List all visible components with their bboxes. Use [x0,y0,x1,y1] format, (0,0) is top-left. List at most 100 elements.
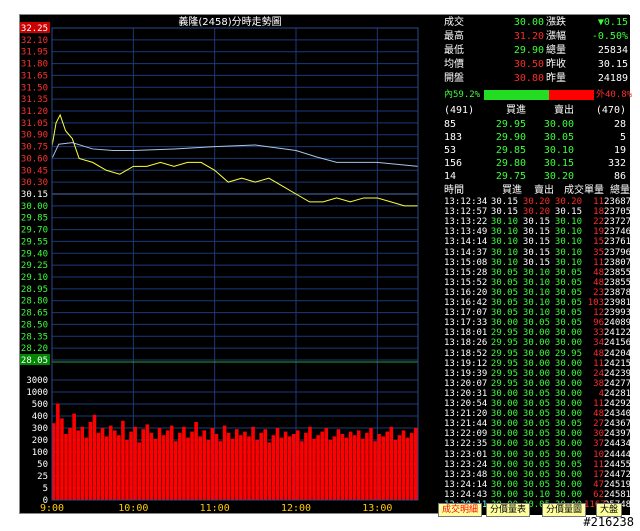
tick-b: 30.00 [490,419,518,430]
button-price-volume-chart[interactable]: 分價量圖 [542,503,587,517]
volume-bar [344,437,349,500]
volume-bar [348,431,353,500]
tick-a: 30.15 [522,217,550,228]
tick-q: 17 [593,469,604,480]
tick-row: 13:18:26 29.95 30.00 30.00 34 24156 [444,338,631,349]
button-price-volume-table[interactable]: 分價量表 [486,503,531,517]
volume-bar [76,430,80,500]
volume-bar [259,432,263,500]
tick-v: 23761 [604,237,632,248]
tick-t: 13:17:33 [444,318,488,329]
volume-bar [255,440,259,500]
volume-bar [230,438,235,500]
value-trade: 30.00 [513,17,544,28]
volume-bar [52,423,56,500]
book-aq: 28 [613,119,626,130]
price-tick-label: 28.65 [21,309,48,319]
volume-tick-label: 1000 [26,388,48,398]
tick-t: 13:16:20 [444,287,488,298]
volume-bar [365,432,369,500]
price-tick-label: 30.15 [21,190,48,200]
tick-b: 30.05 [490,298,518,308]
price-tick-label: 29.85 [21,214,48,224]
tick-v: 24204 [604,348,632,359]
volume-tick-label: 400 [32,412,48,422]
tick-p: 30.05 [554,318,582,329]
time-tick-label: 11:00 [200,503,230,513]
tick-t: 13:12:57 [444,207,488,218]
quote-row-5: 開盤 30.80 昨量 24189 [444,72,630,86]
tick-row: 13:15:52 30.05 30.10 30.05 48 23855 [444,277,631,288]
tick-row: 13:23:24 30.00 30.05 30.05 11 24455 [444,459,632,470]
button-trade-detail[interactable]: 成交明細 [438,503,483,517]
price-tick-label: 28.05 [21,356,48,366]
value-avg: 30.50 [513,59,544,70]
tick-t: 13:15:52 [444,277,488,288]
tick-p: 30.10 [554,257,582,268]
tick-t: 13:18:26 [444,338,488,349]
volume-bar [373,441,377,500]
intraday-chart: 義隆(2458)分時走勢圖 32.25 32.10 31.95 31.8031.65 31… [20,15,419,513]
volume-bar [320,431,324,500]
tick-v: 23746 [604,227,632,238]
tick-q: 11 [593,459,604,470]
tick-v: 24292 [604,399,632,409]
tick-b: 30.00 [490,449,518,460]
volume-bar [243,431,247,500]
tick-q: 24 [593,368,604,379]
tick-a: 30.05 [522,469,550,480]
tick-q: 30 [593,429,604,440]
tick-v: 24444 [604,449,632,460]
watermark-id: #216238 [583,515,634,529]
price-tick-label: 31.05 [21,119,48,129]
tick-row: 13:16:42 30.05 30.10 30.05 103 23981 [444,298,631,308]
volume-bar [153,438,158,500]
tick-q: 22 [593,217,604,228]
tick-v: 23705 [604,207,632,218]
tick-b: 30.00 [490,479,518,490]
price-tick-label: 30.30 [21,178,48,188]
outer-pct: 外40.8% [596,90,633,100]
volume-bar [125,440,129,500]
volume-bar [129,431,133,500]
tick-row: 13:22:09 30.00 30.05 30.00 30 24397 [444,429,631,440]
label-total: 總量 [546,45,566,56]
tick-b: 30.15 [490,207,518,218]
volume-bar [88,422,93,500]
volume-bar [369,428,373,500]
tick-row: 13:20:31 30.00 30.05 30.00 4 24281 [444,388,631,399]
tick-v: 23727 [604,217,632,228]
tick-a: 30.05 [522,439,550,450]
price-tick-label: 30.75 [21,143,48,153]
quote-row-4: 均價 30.50 昨收 30.15 [444,58,630,72]
volume-bar [68,428,72,500]
tick-a: 30.00 [522,368,550,379]
tick-b: 29.95 [490,358,518,369]
tick-v: 23993 [604,308,632,319]
volume-bar [72,413,76,500]
hdr-price: 成交 [564,185,584,196]
tick-b: 30.10 [490,227,518,238]
volume-bar [283,431,288,500]
volume-bar [64,434,68,500]
tick-t: 13:23:01 [444,449,488,460]
volume-bar [186,437,190,500]
tick-a: 30.05 [522,479,550,490]
volume-bar [296,430,300,500]
price-tick-label: 31.50 [21,83,48,93]
tick-v: 24455 [604,459,632,470]
label-prev-close: 昨收 [546,59,566,70]
volume-bar [174,441,178,500]
tick-v: 23878 [604,287,632,298]
value-pct: -0.50% [591,31,628,42]
tick-row: 13:23:48 30.00 30.05 30.00 17 24472 [444,469,631,480]
tick-a: 30.05 [522,419,550,430]
label-avg: 均價 [444,59,464,70]
hdr-time: 時間 [444,185,464,196]
book-row: 183 29.90 30.05 5 [444,131,630,145]
tick-row: 13:19:12 29.95 30.00 30.00 11 24215 [444,358,631,369]
tick-t: 13:15:28 [444,267,488,278]
volume-bar [279,437,284,500]
tick-t: 13:20:31 [444,388,488,399]
volume-bar [198,436,202,500]
